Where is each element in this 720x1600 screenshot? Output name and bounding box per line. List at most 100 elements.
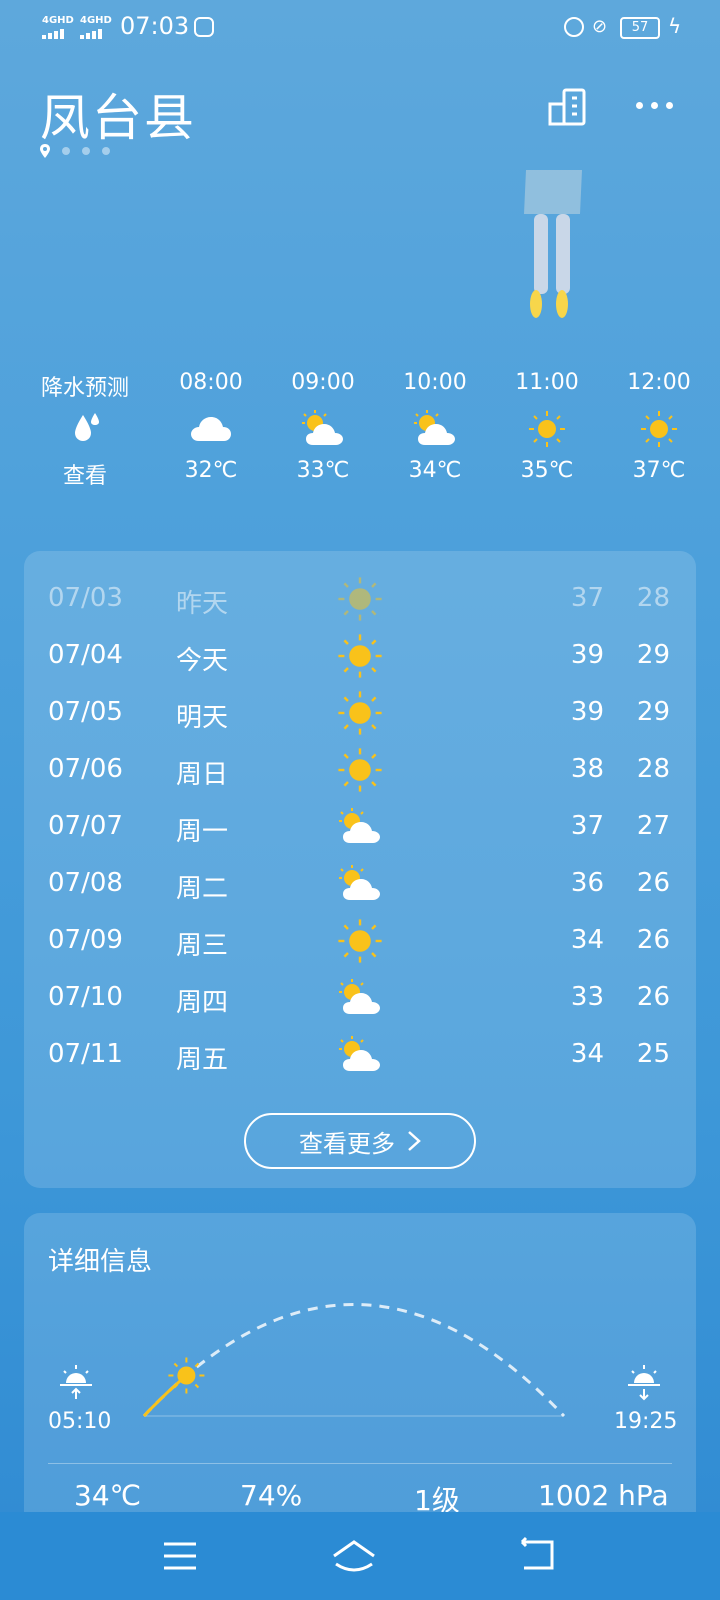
forecast-low: 26: [636, 925, 670, 955]
signal-icon-sim1: 4GHD: [42, 16, 74, 39]
more-options-icon[interactable]: [636, 102, 673, 109]
partly-cloudy-icon: [339, 808, 380, 843]
partly-cloudy-icon: [339, 1036, 380, 1071]
forecast-row-yesterday[interactable]: 07/03 昨天 37 28: [24, 571, 696, 629]
system-nav-bar: [0, 1512, 720, 1600]
divider: [48, 1463, 672, 1464]
sim2-label: 4GHD: [80, 15, 112, 26]
forecast-low: 29: [636, 697, 670, 727]
back-icon[interactable]: [514, 1534, 562, 1578]
sun-icon: [338, 919, 382, 963]
hour-label: 降水预测: [40, 376, 129, 401]
metric-humidity: 74%: [240, 1479, 303, 1512]
sun-icon: [338, 577, 382, 621]
sun-icon: [338, 634, 382, 678]
forecast-date: 07/06: [48, 754, 123, 784]
forecast-day: 今天: [176, 646, 229, 676]
daily-forecast-card: 07/03 昨天 37 28 07/04 今天 39 29 07/05 明天 3…: [24, 551, 696, 1188]
city-manage-icon[interactable]: [548, 88, 588, 126]
forecast-low: 28: [636, 754, 670, 784]
metric-feels-like: 34℃: [74, 1479, 142, 1512]
forecast-row[interactable]: 07/11 周五 34 25: [24, 1027, 696, 1085]
forecast-date: 07/03: [48, 583, 123, 613]
sun-icon: [338, 748, 382, 792]
sun-arc-chart: [142, 1303, 566, 1418]
forecast-day: 周三: [176, 931, 229, 961]
precip-view-link[interactable]: 查看: [30, 458, 140, 490]
forecast-day: 明天: [176, 703, 229, 733]
hour-temp: 37℃: [632, 458, 686, 483]
status-bar: 4GHD 4GHD 07:03 ⊘ 57 ϟ: [0, 0, 720, 56]
hour-label: 11:00: [515, 370, 579, 395]
alarm-icon: [564, 17, 584, 37]
forecast-high: 33: [570, 982, 604, 1012]
forecast-day: 周二: [176, 874, 229, 904]
forecast-high: 39: [570, 697, 604, 727]
raindrop-icon: [75, 413, 99, 441]
status-time: 07:03: [120, 12, 190, 40]
hourly-item: 09:00 33℃: [268, 370, 378, 483]
forecast-low: 29: [636, 640, 670, 670]
charging-icon: ϟ: [668, 14, 682, 38]
forecast-high: 34: [570, 925, 604, 955]
metric-pressure: 1002 hPa: [538, 1479, 669, 1512]
pager-dot: [102, 147, 110, 155]
forecast-high: 39: [570, 640, 604, 670]
forecast-day: 周四: [176, 988, 229, 1018]
hour-label: 09:00: [291, 370, 355, 395]
forecast-high: 37: [570, 811, 604, 841]
forecast-row[interactable]: 07/06 周日 38 28: [24, 742, 696, 800]
hour-label: 08:00: [179, 370, 243, 395]
forecast-row[interactable]: 07/05 明天 39 29: [24, 685, 696, 743]
sim1-label: 4GHD: [42, 15, 74, 26]
sun-icon: [338, 691, 382, 735]
illustration-figure: [524, 170, 582, 318]
city-name[interactable]: 凤台县: [40, 78, 196, 150]
forecast-date: 07/04: [48, 640, 123, 670]
forecast-high: 34: [570, 1039, 604, 1069]
home-icon[interactable]: [330, 1534, 378, 1578]
cloud-icon: [191, 417, 231, 441]
hour-label: 10:00: [403, 370, 467, 395]
menu-icon[interactable]: [156, 1534, 204, 1578]
forecast-low: 27: [636, 811, 670, 841]
hourly-item: 11:00 35℃: [492, 370, 602, 483]
sunrise-icon: [60, 1365, 92, 1399]
pager-dot: [82, 147, 90, 155]
chevron-right-icon: [408, 1131, 421, 1151]
forecast-row[interactable]: 07/09 周三 34 26: [24, 913, 696, 971]
hour-label: 12:00: [627, 370, 691, 395]
sunrise-time: 05:10: [48, 1409, 112, 1434]
location-pin-icon: [40, 144, 50, 158]
details-card: 详细信息 05:10 19:25 34℃ 74% 1级 1002 hPa: [24, 1213, 696, 1513]
forecast-high: 38: [570, 754, 604, 784]
partly-cloudy-icon: [414, 410, 455, 445]
forecast-day: 昨天: [176, 589, 229, 619]
hour-temp: 33℃: [296, 458, 350, 483]
forecast-row[interactable]: 07/10 周四 33 26: [24, 970, 696, 1028]
forecast-date: 07/07: [48, 811, 123, 841]
hd-icon: [194, 17, 214, 37]
view-more-button[interactable]: 查看更多: [244, 1113, 476, 1169]
forecast-day: 周一: [176, 817, 229, 847]
metric-wind: 1级: [414, 1484, 460, 1513]
forecast-row[interactable]: 07/08 周二 36 26: [24, 856, 696, 914]
forecast-row[interactable]: 07/04 今天 39 29: [24, 628, 696, 686]
partly-cloudy-icon: [302, 410, 343, 445]
hourly-item: 10:00 34℃: [380, 370, 490, 483]
forecast-date: 07/08: [48, 868, 123, 898]
sun-path-arc: [142, 1303, 566, 1418]
hourly-item: 08:00 32℃: [156, 370, 266, 483]
hour-temp: 34℃: [408, 458, 462, 483]
forecast-day: 周五: [176, 1045, 229, 1075]
forecast-low: 25: [636, 1039, 670, 1069]
forecast-row[interactable]: 07/07 周一 37 27: [24, 799, 696, 857]
hourly-item-precip[interactable]: 降水预测 查看: [30, 370, 140, 490]
forecast-date: 07/10: [48, 982, 123, 1012]
hourly-forecast[interactable]: 降水预测 查看 08:00 32℃ 09:00 33℃ 10:00 34℃ 11…: [30, 370, 720, 500]
sun-icon: [529, 411, 565, 447]
hour-temp: 35℃: [520, 458, 574, 483]
forecast-high: 36: [570, 868, 604, 898]
forecast-high: 37: [570, 583, 604, 613]
forecast-date: 07/05: [48, 697, 123, 727]
